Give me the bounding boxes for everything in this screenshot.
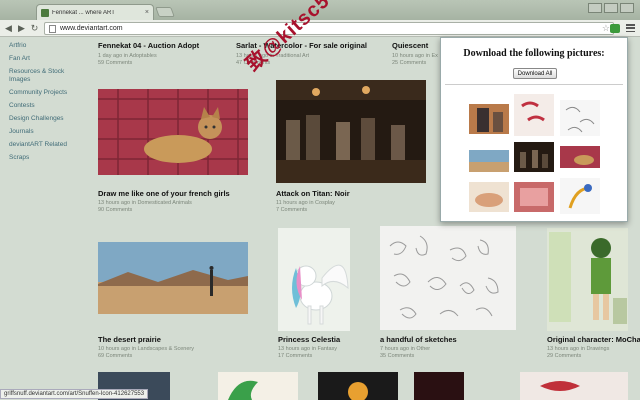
card-meta: 13 hours ago in Drawings xyxy=(547,346,610,352)
thumbnail-celestia[interactable] xyxy=(278,228,350,331)
window-controls xyxy=(588,3,634,13)
thumbnail-desert[interactable] xyxy=(98,242,248,314)
maximize-button[interactable] xyxy=(604,3,618,13)
status-bar: griffsnuff.deviantart.com/art/Snuffen-Ic… xyxy=(0,389,149,399)
card-title[interactable]: Original character: MoCha xyxy=(547,335,640,344)
popup-divider xyxy=(445,84,623,85)
card-title[interactable]: The desert prairie xyxy=(98,335,161,344)
popup-thumb[interactable] xyxy=(469,150,509,172)
popup-title: Download the following pictures: xyxy=(463,48,605,59)
card-meta: 10 hours ago in Landscapes & Scenery xyxy=(98,346,195,352)
popup-thumb[interactable] xyxy=(514,182,554,212)
thumbnail-titan-noir[interactable] xyxy=(276,80,426,183)
page-icon xyxy=(49,24,56,33)
popup-thumb[interactable] xyxy=(560,100,600,136)
address-bar[interactable]: www.deviantart.com ☆ xyxy=(44,22,614,35)
card-title[interactable]: Draw me like one of your french girls xyxy=(98,189,230,198)
card-comments[interactable]: 17 Comments xyxy=(278,353,312,359)
card-meta: 10 hours ago in Ex xyxy=(392,53,438,59)
sidebar-item-resources[interactable]: Resources & Stock Images xyxy=(9,68,84,84)
card-meta: 1 day ago in Adoptables xyxy=(98,53,157,59)
minimize-button[interactable] xyxy=(588,3,602,13)
thumbnail-partial[interactable] xyxy=(520,372,628,400)
sidebar-item-contests[interactable]: Contests xyxy=(9,102,84,110)
popup-thumb[interactable] xyxy=(514,94,554,136)
close-window-button[interactable] xyxy=(620,3,634,13)
card-meta: 13 hours ago in Domesticated Animals xyxy=(98,200,192,206)
card-title[interactable]: a handful of sketches xyxy=(380,335,457,344)
card-comments[interactable]: 25 Comments xyxy=(392,60,426,66)
close-tab-icon[interactable]: × xyxy=(145,9,149,16)
thumbnail-cat[interactable] xyxy=(98,89,248,175)
download-all-button[interactable]: Download All xyxy=(513,68,557,79)
category-sidebar: Artfrio Fan Art Resources & Stock Images… xyxy=(9,42,84,167)
thumbnail-partial[interactable] xyxy=(218,372,298,400)
card-title[interactable]: Attack on Titan: Noir xyxy=(276,189,350,198)
sidebar-item-fan-art[interactable]: Fan Art xyxy=(9,55,84,63)
thumbnail-sketches[interactable] xyxy=(380,226,516,330)
card-comments[interactable]: 69 Comments xyxy=(98,353,132,359)
sidebar-item-deviantart-related[interactable]: deviantART Related xyxy=(9,141,84,149)
tab-title: Fennekat ... where ART xyxy=(52,9,115,16)
card-comments[interactable]: 59 Comments xyxy=(98,60,132,66)
thumbnail-mocha[interactable] xyxy=(547,228,628,331)
card-comments[interactable]: 90 Comments xyxy=(98,207,132,213)
sidebar-item-design-challenges[interactable]: Design Challenges xyxy=(9,115,84,123)
card-title[interactable]: Princess Celestia xyxy=(278,335,340,344)
thumbnail-partial[interactable] xyxy=(318,372,398,400)
forward-icon[interactable]: ▶ xyxy=(16,23,27,34)
browser-toolbar: ◀ ▶ ↻ www.deviantart.com ☆ xyxy=(0,20,640,37)
popup-thumb[interactable] xyxy=(560,178,600,214)
popup-thumb[interactable] xyxy=(469,104,509,134)
browser-tab[interactable]: Fennekat ... where ART × xyxy=(36,4,154,20)
card-meta: 11 hours ago in Cosplay xyxy=(276,200,335,206)
menu-icon[interactable] xyxy=(626,24,635,33)
extension-icon[interactable] xyxy=(610,24,620,33)
card-title[interactable]: Fennekat 04 - Auction Adopt xyxy=(98,41,199,50)
card-meta: 7 hours ago in Other xyxy=(380,346,431,352)
popup-thumb[interactable] xyxy=(469,182,509,212)
card-meta: 13 hours ago in Fantasy xyxy=(278,346,338,352)
card-comments[interactable]: 7 Comments xyxy=(276,207,307,213)
reload-icon[interactable]: ↻ xyxy=(29,23,40,34)
new-tab-button[interactable] xyxy=(155,7,175,17)
popup-thumb[interactable] xyxy=(560,146,600,168)
download-popup: Download the following pictures: Downloa… xyxy=(440,37,628,222)
sidebar-item-artfrio[interactable]: Artfrio xyxy=(9,42,84,50)
sidebar-item-scraps[interactable]: Scraps xyxy=(9,154,84,162)
thumbnail-partial[interactable] xyxy=(414,372,464,400)
card-comments[interactable]: 29 Comments xyxy=(547,353,581,359)
card-comments[interactable]: 35 Comments xyxy=(380,353,414,359)
bookmark-star-icon[interactable]: ☆ xyxy=(602,23,610,34)
back-icon[interactable]: ◀ xyxy=(3,23,14,34)
url-text: www.deviantart.com xyxy=(60,25,123,32)
sidebar-item-community[interactable]: Community Projects xyxy=(9,89,84,97)
popup-thumb[interactable] xyxy=(514,142,554,172)
sidebar-item-journals[interactable]: Journals xyxy=(9,128,84,136)
favicon-icon xyxy=(41,8,49,17)
card-title[interactable]: Quiescent xyxy=(392,41,428,50)
